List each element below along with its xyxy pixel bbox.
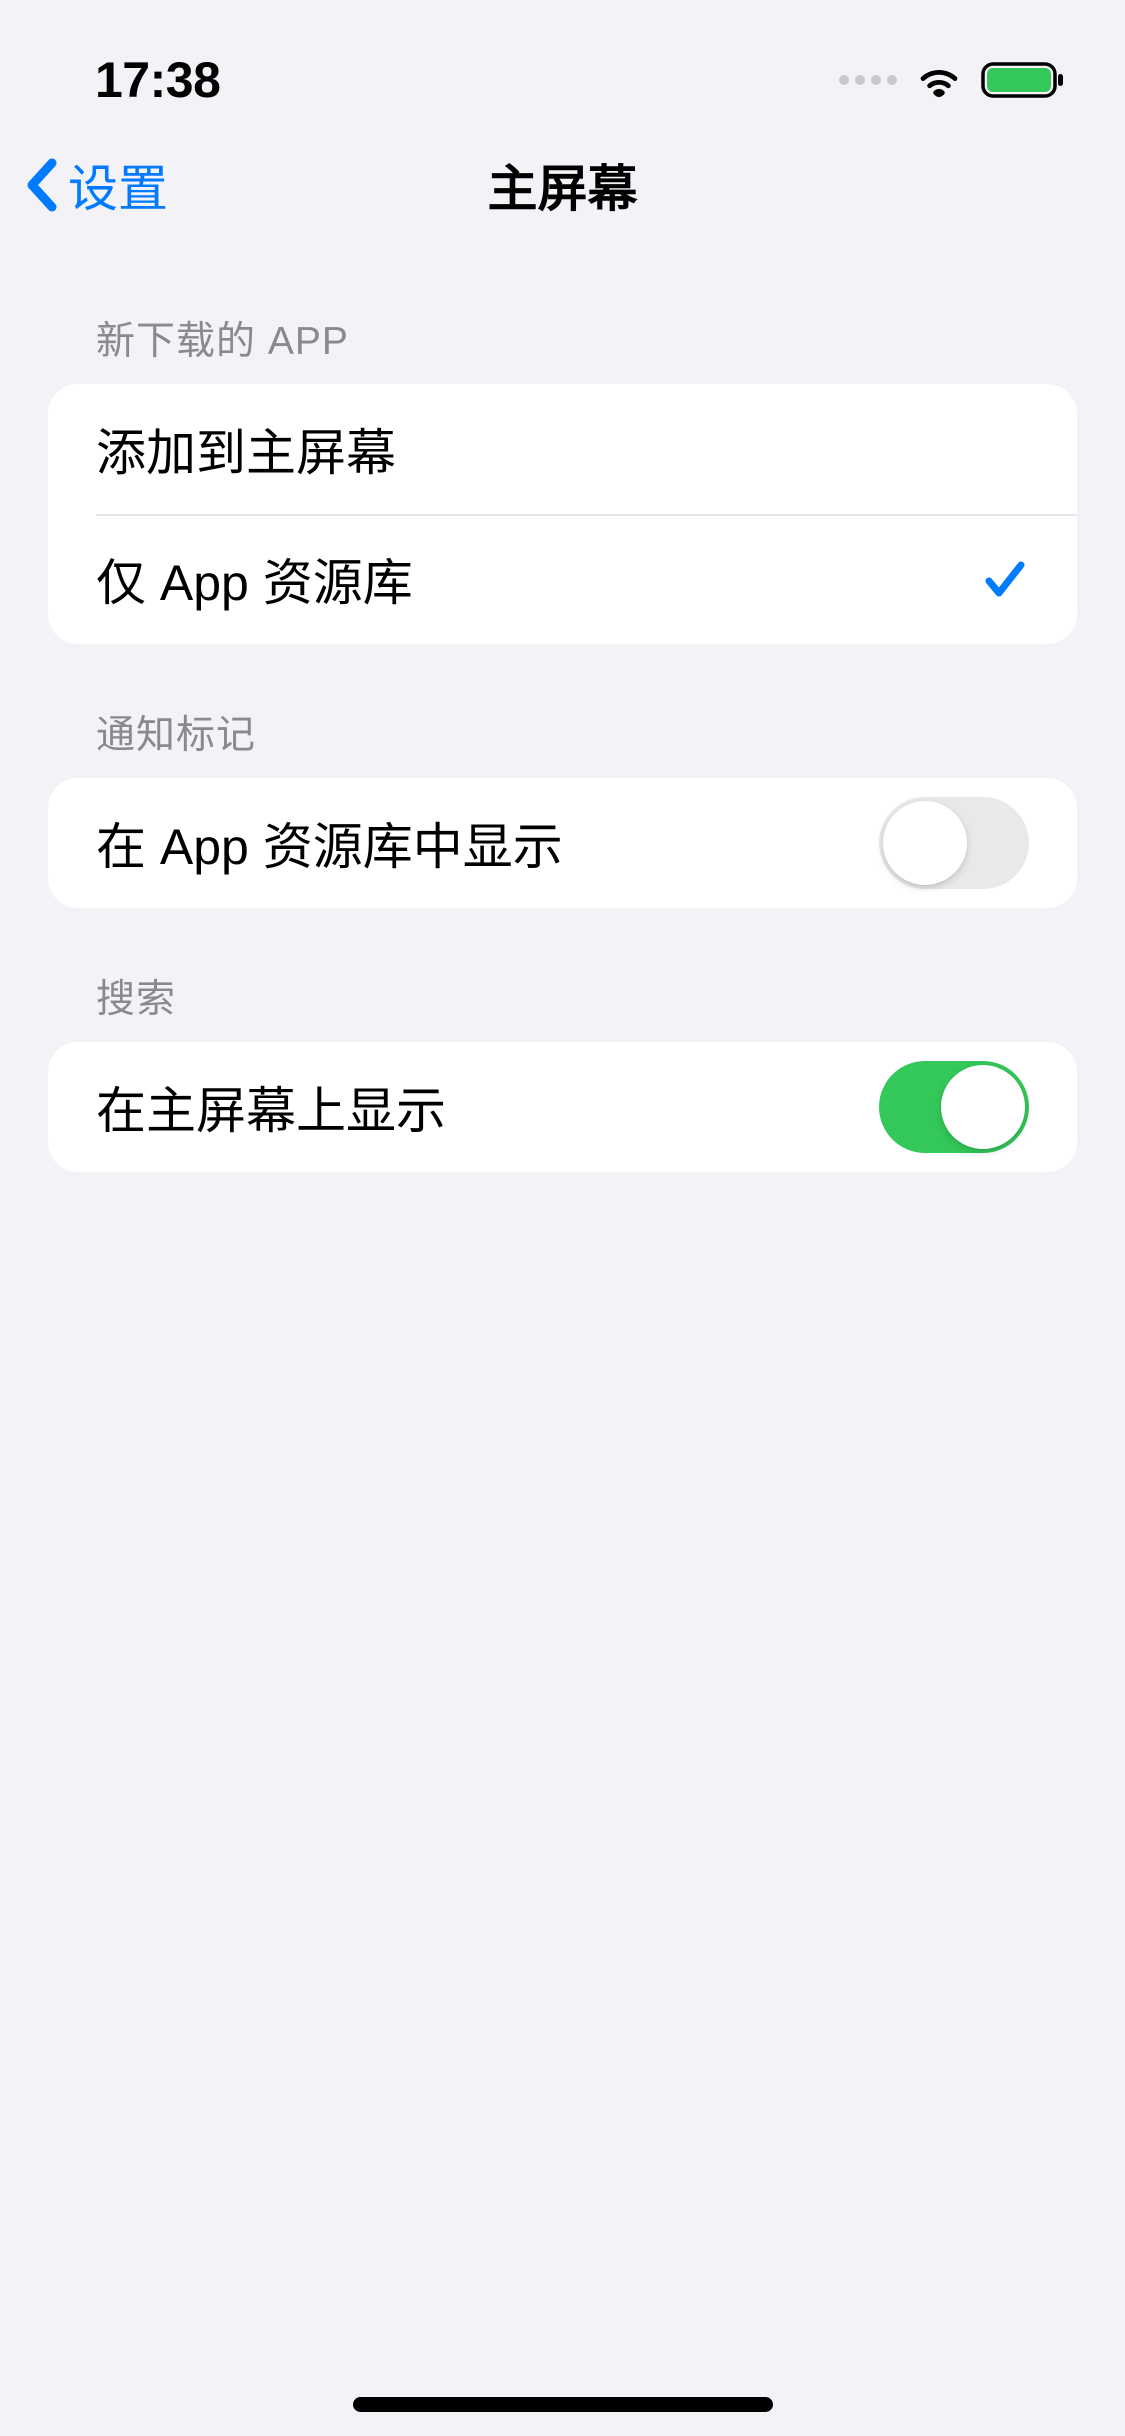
group-search: 在主屏幕上显示 [48, 1042, 1077, 1172]
chevron-left-icon [24, 157, 60, 213]
group-notification-badges: 在 App 资源库中显示 [48, 778, 1077, 908]
switch-show-on-home[interactable] [879, 1061, 1029, 1153]
wifi-icon [915, 62, 963, 98]
row-label: 仅 App 资源库 [96, 543, 413, 615]
page-title: 主屏幕 [488, 149, 638, 221]
section-header-new-apps: 新下载的 APP [48, 250, 1077, 384]
status-icons [839, 60, 1065, 100]
back-label: 设置 [68, 149, 168, 221]
switch-knob [941, 1065, 1025, 1149]
battery-icon [981, 60, 1065, 100]
row-add-to-home[interactable]: 添加到主屏幕 [48, 384, 1077, 514]
navigation-bar: 设置 主屏幕 [0, 120, 1125, 250]
switch-show-in-app-library[interactable] [879, 797, 1029, 889]
group-new-apps: 添加到主屏幕 仅 App 资源库 [48, 384, 1077, 644]
row-show-on-home: 在主屏幕上显示 [48, 1042, 1077, 1172]
section-header-notification-badges: 通知标记 [48, 644, 1077, 778]
home-indicator[interactable] [353, 2397, 773, 2412]
status-bar: 17:38 [0, 0, 1125, 120]
row-label: 在主屏幕上显示 [96, 1071, 446, 1143]
switch-knob [883, 801, 967, 885]
section-header-search: 搜索 [48, 908, 1077, 1042]
back-button[interactable]: 设置 [24, 149, 168, 221]
row-app-library-only[interactable]: 仅 App 资源库 [48, 514, 1077, 644]
status-time: 17:38 [95, 51, 220, 109]
row-label: 在 App 资源库中显示 [96, 807, 563, 879]
checkmark-icon [981, 555, 1029, 603]
row-label: 添加到主屏幕 [96, 413, 396, 485]
row-show-in-app-library: 在 App 资源库中显示 [48, 778, 1077, 908]
cellular-dots-icon [839, 75, 897, 85]
